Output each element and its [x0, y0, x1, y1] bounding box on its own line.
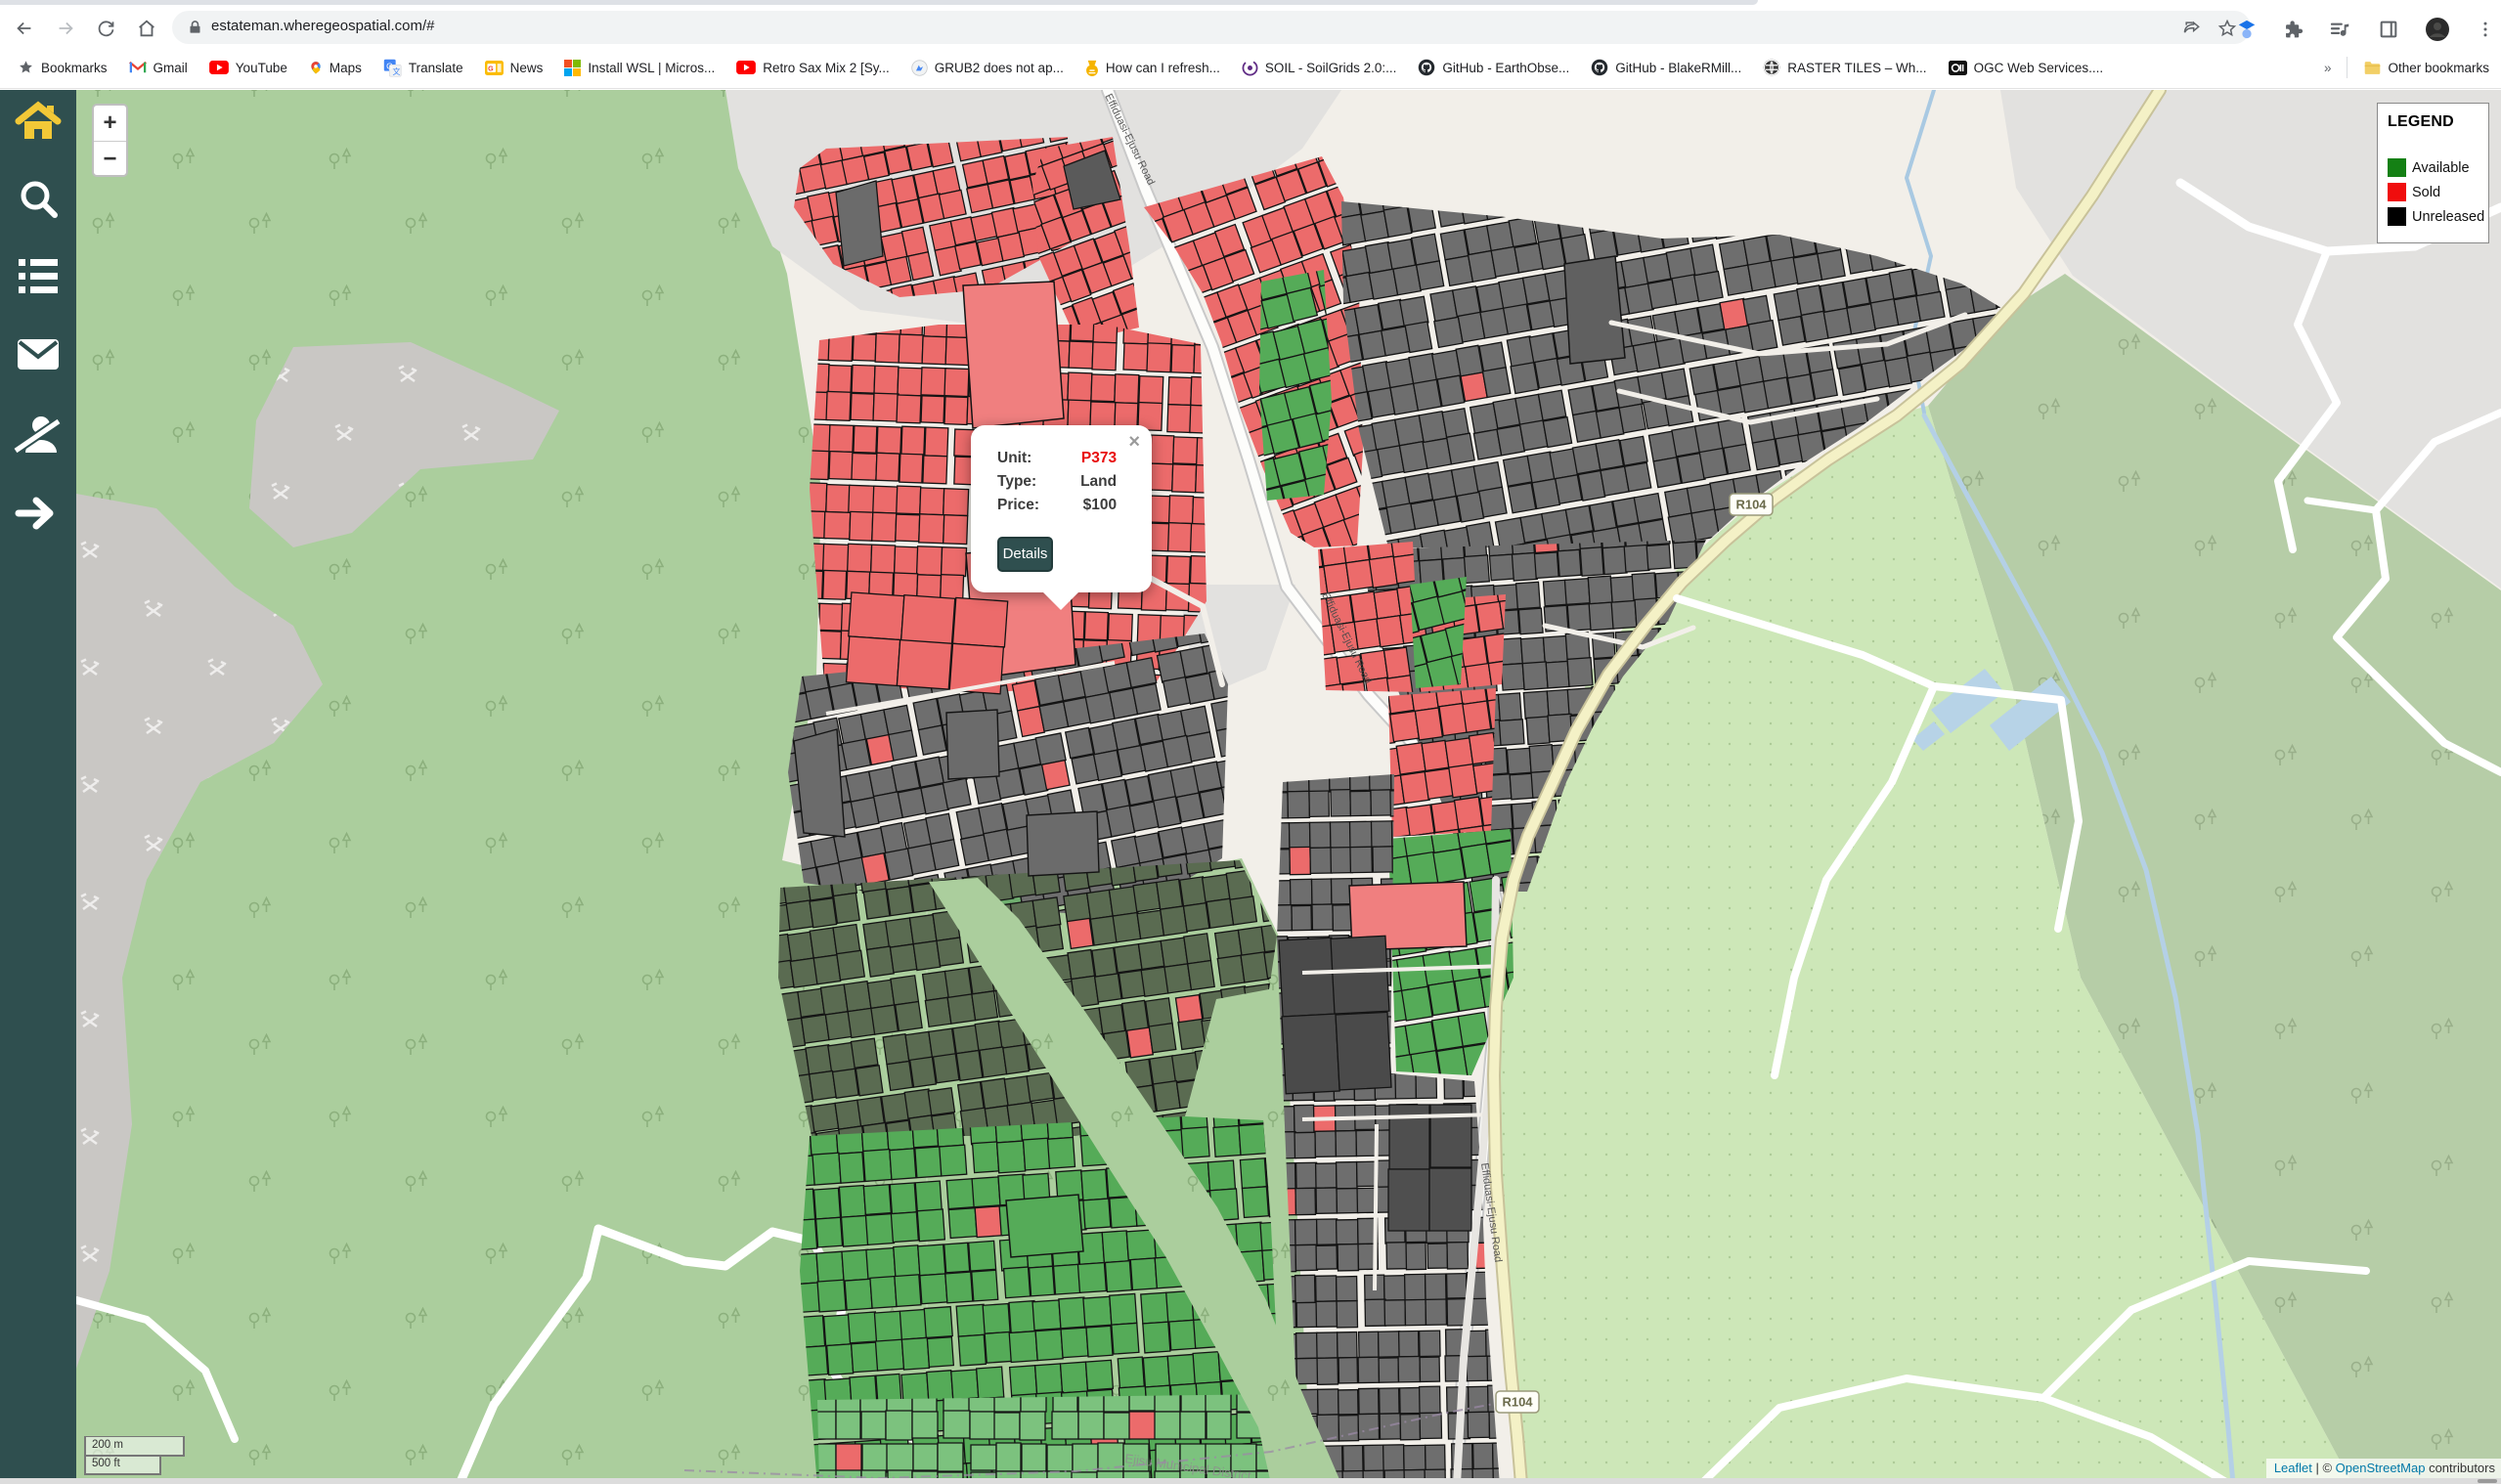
svg-text:R104: R104 — [1735, 498, 1767, 512]
svg-text:G: G — [488, 65, 494, 72]
svg-text:文: 文 — [392, 65, 400, 75]
svg-text:R104: R104 — [1502, 1395, 1533, 1410]
